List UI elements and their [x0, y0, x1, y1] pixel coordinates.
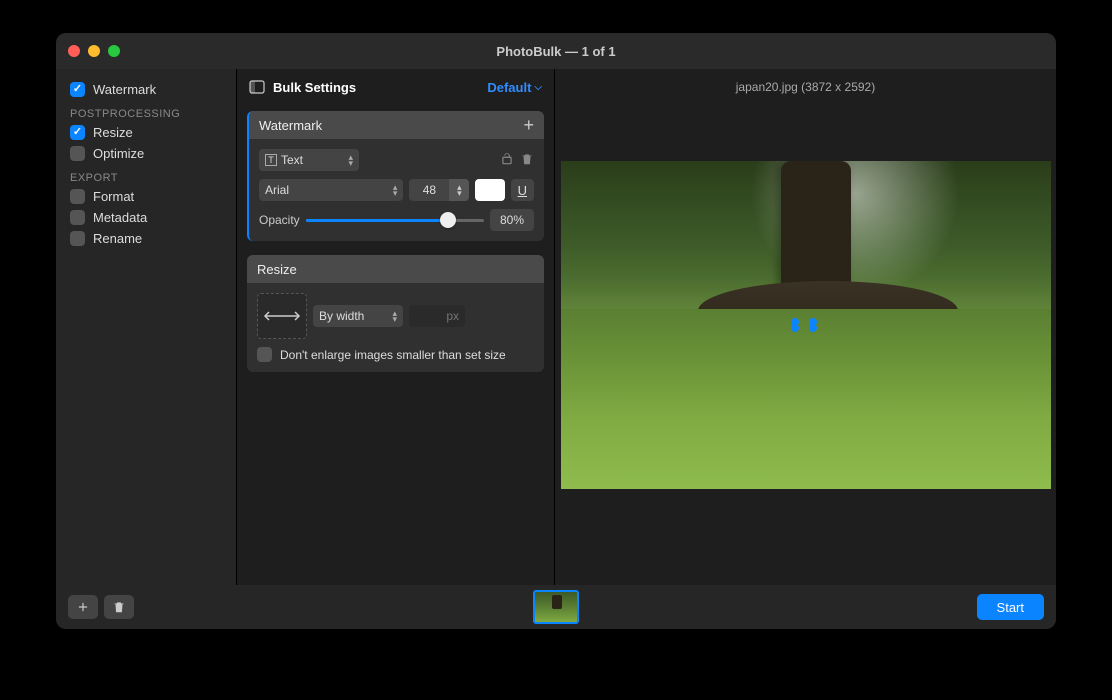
sidebar-item-watermark[interactable]: Watermark — [64, 79, 228, 100]
color-swatch[interactable] — [475, 179, 504, 201]
watermark-panel-header: Watermark + — [249, 111, 544, 139]
opacity-slider[interactable] — [306, 209, 484, 231]
underline-button[interactable]: U — [511, 179, 534, 201]
minimize-icon[interactable] — [88, 45, 100, 57]
sidebar-header-post: POSTPROCESSING — [64, 100, 228, 122]
sidebar-label-resize: Resize — [93, 125, 133, 140]
resize-width-input[interactable] — [409, 305, 465, 327]
font-label: Arial — [265, 183, 289, 197]
font-select[interactable]: Arial ▴▾ — [259, 179, 403, 201]
sidebar-label-format: Format — [93, 189, 134, 204]
sidebar-item-optimize[interactable]: Optimize — [64, 143, 228, 164]
center: Bulk Settings Default ⌵ Watermark + — [236, 69, 1056, 585]
checkbox-metadata[interactable] — [70, 210, 85, 225]
checkbox-resize[interactable] — [70, 125, 85, 140]
updown-icon: ▴▾ — [457, 184, 462, 196]
sidebar: Watermark POSTPROCESSING Resize Optimize… — [56, 69, 236, 585]
traffic-lights — [68, 45, 120, 57]
preview-filename: japan20.jpg (3872 x 2592) — [555, 69, 1056, 105]
updown-icon: ▴▾ — [392, 310, 397, 322]
chevron-down-icon: ⌵ — [534, 82, 542, 93]
close-icon[interactable] — [68, 45, 80, 57]
delete-images-button[interactable] — [104, 595, 134, 619]
updown-icon: ▴▾ — [393, 184, 398, 196]
bottombar: Start — [56, 585, 1056, 629]
settings-title: Bulk Settings — [273, 80, 356, 95]
preview-area — [555, 105, 1056, 585]
checkbox-optimize[interactable] — [70, 146, 85, 161]
resize-panel-body: By width ▴▾ Don't enlarge images smaller… — [247, 283, 544, 372]
content: Watermark POSTPROCESSING Resize Optimize… — [56, 69, 1056, 585]
resize-mode-select[interactable]: By width ▴▾ — [313, 305, 403, 327]
watermark-panel: Watermark + T Text ▴▾ — [247, 111, 544, 241]
updown-icon: ▴▾ — [348, 154, 353, 166]
dont-enlarge-checkbox[interactable] — [257, 347, 272, 362]
resize-mode-label: By width — [319, 309, 364, 323]
watermark-drag-handle[interactable] — [791, 318, 817, 326]
preview-column: japan20.jpg (3872 x 2592) — [555, 69, 1056, 585]
app-window: PhotoBulk — 1 of 1 Watermark POSTPROCESS… — [56, 33, 1056, 629]
opacity-value: 80% — [490, 209, 534, 231]
add-images-button[interactable] — [68, 595, 98, 619]
checkbox-watermark[interactable] — [70, 82, 85, 97]
slider-thumb[interactable] — [440, 212, 456, 228]
titlebar: PhotoBulk — 1 of 1 — [56, 33, 1056, 69]
window-title: PhotoBulk — 1 of 1 — [56, 44, 1056, 59]
checkbox-rename[interactable] — [70, 231, 85, 246]
resize-preview-icon — [257, 293, 307, 339]
checkbox-format[interactable] — [70, 189, 85, 204]
sidebar-header-export: EXPORT — [64, 164, 228, 186]
watermark-panel-body: T Text ▴▾ — [249, 139, 544, 241]
sidebar-item-metadata[interactable]: Metadata — [64, 207, 228, 228]
sidebar-item-resize[interactable]: Resize — [64, 122, 228, 143]
resize-panel-title: Resize — [257, 262, 297, 277]
sidebar-label-rename: Rename — [93, 231, 142, 246]
dont-enlarge-label: Don't enlarge images smaller than set si… — [280, 348, 506, 362]
font-size-steps[interactable]: ▴▾ — [449, 179, 469, 201]
watermark-panel-title: Watermark — [259, 118, 322, 133]
lock-icon[interactable] — [500, 152, 514, 169]
start-button[interactable]: Start — [977, 594, 1044, 620]
panel-toggle-icon[interactable] — [249, 79, 265, 95]
settings-column: Bulk Settings Default ⌵ Watermark + — [237, 69, 555, 585]
watermark-type-select[interactable]: T Text ▴▾ — [259, 149, 359, 171]
resize-panel: Resize By width ▴▾ — [247, 255, 544, 372]
opacity-label: Opacity — [259, 213, 300, 227]
text-icon: T — [265, 154, 277, 166]
font-size-stepper[interactable]: ▴▾ — [409, 179, 469, 201]
sidebar-label-watermark: Watermark — [93, 82, 156, 97]
settings-header: Bulk Settings Default ⌵ — [237, 69, 554, 105]
thumbnail[interactable] — [533, 590, 579, 624]
watermark-type-label: Text — [281, 153, 303, 167]
sidebar-label-metadata: Metadata — [93, 210, 147, 225]
resize-panel-header: Resize — [247, 255, 544, 283]
preset-label: Default — [487, 80, 531, 95]
maximize-icon[interactable] — [108, 45, 120, 57]
sidebar-item-format[interactable]: Format — [64, 186, 228, 207]
trash-icon[interactable] — [520, 152, 534, 169]
add-watermark-button[interactable]: + — [523, 116, 534, 134]
sidebar-label-optimize: Optimize — [93, 146, 144, 161]
preview-image[interactable] — [561, 161, 1051, 489]
dont-enlarge-row[interactable]: Don't enlarge images smaller than set si… — [257, 347, 534, 362]
preset-dropdown[interactable]: Default ⌵ — [487, 80, 542, 95]
font-size-input[interactable] — [409, 179, 449, 201]
sidebar-item-rename[interactable]: Rename — [64, 228, 228, 249]
